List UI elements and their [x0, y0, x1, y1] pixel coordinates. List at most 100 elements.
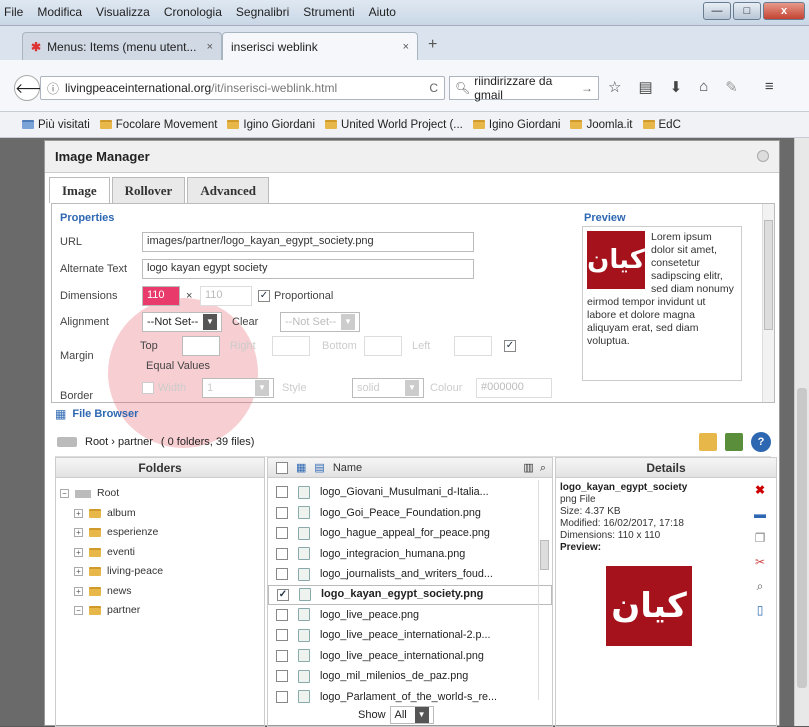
- file-row[interactable]: logo_mil_milenios_de_paz.png: [268, 666, 552, 687]
- margin-right-field[interactable]: [272, 336, 310, 356]
- file-list-scrollbar[interactable]: [538, 480, 550, 700]
- reload-icon[interactable]: C: [429, 81, 438, 95]
- scrollbar-thumb[interactable]: [540, 540, 549, 570]
- bookmark-igino-giordani-2[interactable]: Igino Giordani: [472, 119, 560, 131]
- tree-item-eventi[interactable]: + eventi: [60, 543, 260, 563]
- file-checkbox[interactable]: [276, 670, 288, 683]
- proportional-checkbox[interactable]: ✓: [258, 290, 270, 302]
- menu-visualizza[interactable]: Visualizza: [96, 5, 150, 19]
- tree-item-esperienze[interactable]: + esperienze: [60, 523, 260, 543]
- menu-cronologia[interactable]: Cronologia: [164, 5, 222, 19]
- new-tab-button[interactable]: +: [428, 36, 437, 54]
- insert-icon[interactable]: ▬: [752, 506, 768, 522]
- file-row[interactable]: logo_live_peace.png: [268, 605, 552, 626]
- alt-text-field[interactable]: logo kayan egypt society: [142, 259, 474, 279]
- file-row[interactable]: logo_hague_appeal_for_peace.png: [268, 523, 552, 544]
- bookmark-focolare[interactable]: Focolare Movement: [99, 119, 217, 131]
- show-select[interactable]: All ▼: [389, 706, 434, 724]
- addon-icon[interactable]: ✎: [725, 78, 738, 96]
- tree-item-news[interactable]: + news: [60, 582, 260, 602]
- tab-advanced[interactable]: Advanced: [187, 177, 269, 203]
- menu-aiuto[interactable]: Aiuto: [369, 5, 396, 19]
- margin-bottom-field[interactable]: [364, 336, 402, 356]
- file-checkbox[interactable]: [276, 547, 288, 560]
- minimize-button[interactable]: —: [703, 2, 731, 20]
- zoom-icon[interactable]: ⌕: [752, 578, 768, 594]
- file-row[interactable]: logo_live_peace_international.png: [268, 646, 552, 667]
- border-checkbox[interactable]: [142, 382, 154, 394]
- file-checkbox[interactable]: [276, 629, 288, 642]
- bookmark-star-icon[interactable]: ☆: [608, 78, 621, 96]
- select-all-checkbox[interactable]: [276, 461, 288, 474]
- bookmark-edc[interactable]: EdC: [642, 119, 681, 131]
- tab-image[interactable]: Image: [49, 177, 110, 203]
- width-field[interactable]: 110: [142, 286, 180, 306]
- file-row[interactable]: logo_Giovani_Musulmani_d-Italia...: [268, 482, 552, 503]
- library-icon[interactable]: ▤: [638, 78, 652, 96]
- border-style-select[interactable]: solid ▼: [352, 378, 424, 398]
- bookmark-joomla[interactable]: Joomla.it: [570, 119, 633, 131]
- tree-item-living-peace[interactable]: + living-peace: [60, 562, 260, 582]
- download-icon[interactable]: ⬇: [670, 78, 683, 96]
- alignment-select[interactable]: --Not Set-- ▼: [142, 312, 222, 332]
- upload-icon[interactable]: [699, 432, 717, 451]
- tree-item-partner[interactable]: − partner: [60, 601, 260, 621]
- breadcrumb[interactable]: Root › partner: [85, 436, 153, 448]
- info-icon[interactable]: ⓘ: [47, 80, 59, 97]
- menu-file[interactable]: File: [4, 5, 23, 19]
- tab-rollover[interactable]: Rollover: [111, 177, 186, 203]
- search-icon[interactable]: ⌕: [540, 458, 546, 478]
- close-window-button[interactable]: x: [763, 2, 805, 20]
- page-scrollbar[interactable]: [794, 138, 809, 726]
- file-checkbox[interactable]: [276, 486, 288, 499]
- menu-segnalibri[interactable]: Segnalibri: [236, 5, 289, 19]
- bookmark-piu-visitati[interactable]: Più visitati: [22, 119, 90, 131]
- search-go-icon[interactable]: →: [581, 81, 593, 95]
- file-checkbox[interactable]: [276, 649, 288, 662]
- sort-icon[interactable]: ▤: [314, 458, 324, 478]
- maximize-button[interactable]: □: [733, 2, 761, 20]
- view-file-icon[interactable]: ▯: [752, 602, 768, 618]
- back-button[interactable]: 🡐: [14, 75, 53, 101]
- file-row[interactable]: logo_integracion_humana.png: [268, 544, 552, 565]
- file-row[interactable]: ✓ logo_kayan_egypt_society.png: [268, 584, 552, 605]
- name-column-header[interactable]: Name: [333, 458, 362, 478]
- equal-values-checkbox[interactable]: ✓: [504, 340, 516, 352]
- close-tab-icon[interactable]: ×: [207, 41, 213, 53]
- view-toggle-icon[interactable]: ▥: [523, 458, 533, 478]
- scrollbar-thumb[interactable]: [797, 388, 807, 688]
- tab-inserisci-weblink[interactable]: inserisci weblink ×: [222, 32, 418, 60]
- url-field[interactable]: images/partner/logo_kayan_egypt_society.…: [142, 232, 474, 252]
- file-row[interactable]: logo_journalists_and_writers_foud...: [268, 564, 552, 585]
- file-checkbox[interactable]: [276, 690, 288, 703]
- file-checkbox[interactable]: [276, 506, 288, 519]
- border-colour-field[interactable]: #000000: [476, 378, 552, 398]
- help-icon[interactable]: ?: [751, 431, 771, 452]
- file-checkbox[interactable]: [276, 568, 288, 581]
- border-width-select[interactable]: 1 ▼: [202, 378, 274, 398]
- tab-menus-items[interactable]: ✱ Menus: Items (menu utent... ×: [22, 32, 222, 60]
- search-input[interactable]: 🔍︎ riindirizzare da gmail →: [449, 74, 599, 102]
- new-folder-icon[interactable]: [725, 432, 743, 451]
- file-checkbox[interactable]: ✓: [277, 588, 289, 601]
- properties-scrollbar[interactable]: [762, 204, 774, 402]
- clear-select[interactable]: --Not Set-- ▼: [280, 312, 360, 332]
- tree-item-album[interactable]: + album: [60, 504, 260, 524]
- list-view-icon[interactable]: ▦: [296, 458, 306, 478]
- margin-left-field[interactable]: [454, 336, 492, 356]
- tree-item-root[interactable]: − Root: [60, 484, 260, 504]
- hamburger-menu-icon[interactable]: ≡: [765, 78, 774, 96]
- bookmark-igino-giordani[interactable]: Igino Giordani: [227, 119, 315, 131]
- close-tab-icon[interactable]: ×: [403, 41, 409, 53]
- file-checkbox[interactable]: [276, 527, 288, 540]
- file-row[interactable]: logo_Parlament_of_the_world-s_re...: [268, 687, 552, 708]
- menu-strumenti[interactable]: Strumenti: [303, 5, 354, 19]
- file-row[interactable]: logo_Goi_Peace_Foundation.png: [268, 503, 552, 524]
- height-field[interactable]: 110: [200, 286, 252, 306]
- bookmark-united-world[interactable]: United World Project (...: [325, 119, 463, 131]
- file-row[interactable]: logo_live_peace_international-2.p...: [268, 625, 552, 646]
- margin-top-field[interactable]: [182, 336, 220, 356]
- delete-icon[interactable]: ✖: [752, 482, 768, 498]
- cut-icon[interactable]: ✂: [752, 554, 768, 570]
- copy-icon[interactable]: ❐: [752, 530, 768, 546]
